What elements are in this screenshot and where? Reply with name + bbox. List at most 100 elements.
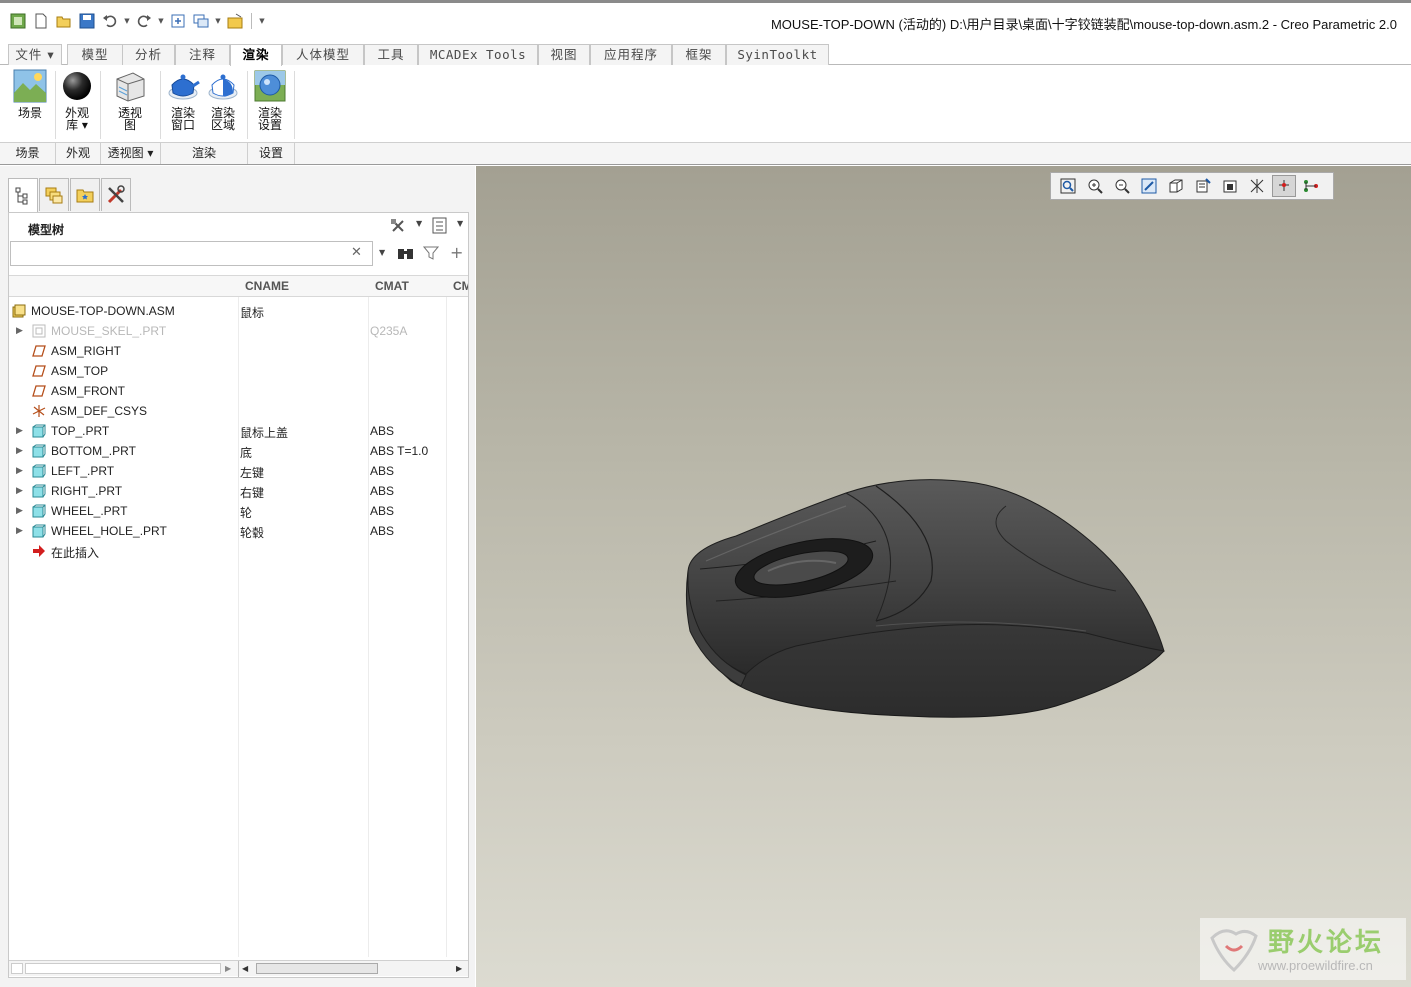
tree-root-row[interactable]: MOUSE-TOP-DOWN.ASM 鼠标	[9, 301, 468, 321]
search-dropdown-icon[interactable]: ▼	[379, 248, 385, 257]
tab-view[interactable]: 视图	[538, 44, 590, 65]
saved-orientations-icon[interactable]	[1164, 175, 1188, 197]
filter-icon[interactable]	[422, 245, 440, 264]
tree-item-left-prt[interactable]: ▶ LEFT_.PRT 左键 ABS	[9, 461, 468, 481]
model-tree-header: 模型树 ▼ ▼	[9, 213, 468, 241]
insert-here-icon	[33, 545, 45, 557]
tree-item-name: ASM_DEF_CSYS	[51, 404, 148, 418]
annotation-display-icon[interactable]	[1299, 175, 1323, 197]
graphics-window[interactable]: 野火论坛 www.proewildfire.cn	[476, 166, 1411, 987]
refit-icon[interactable]	[1056, 175, 1080, 197]
tab-framework[interactable]: 框架	[672, 44, 726, 65]
tree-item-mouse-skel[interactable]: ▶ MOUSE_SKEL_.PRT Q235A	[9, 321, 468, 341]
tree-item-wheel-prt[interactable]: ▶ WHEEL_.PRT 轮 ABS	[9, 501, 468, 521]
tree-item-cname: 轮	[240, 506, 253, 520]
tab-model-tree[interactable]	[8, 178, 38, 212]
render-window-button[interactable]: 渲染窗口	[166, 69, 200, 131]
show-options-icon[interactable]	[432, 217, 448, 238]
group-perspective[interactable]: 透视图 ▾	[101, 143, 161, 164]
zoom-out-icon[interactable]	[1110, 175, 1134, 197]
settings-dropdown-icon[interactable]: ▼	[416, 219, 422, 228]
new-icon[interactable]	[31, 11, 51, 31]
ribbon-separator	[294, 71, 295, 139]
add-column-icon[interactable]: +	[450, 243, 463, 262]
expand-arrow-icon[interactable]: ▶	[16, 325, 23, 336]
regenerate-icon[interactable]	[168, 11, 188, 31]
column-header-cname[interactable]: CNAME	[239, 276, 369, 296]
scroll-thumb[interactable]	[256, 963, 378, 974]
tree-item-asm-front[interactable]: ASM_FRONT	[9, 381, 468, 401]
tab-folder-browser[interactable]	[39, 178, 69, 211]
open-icon[interactable]	[54, 11, 74, 31]
column-header-cmat[interactable]: CMAT	[369, 276, 447, 296]
ribbon-group-bar: 场景 外观 透视图 ▾ 渲染 设置	[0, 142, 1411, 164]
render-window-icon	[168, 74, 200, 100]
tab-tools[interactable]: 工具	[364, 44, 418, 65]
perspective-button[interactable]: 透视图	[113, 69, 147, 131]
close-icon[interactable]	[225, 11, 245, 31]
tree-item-right-prt[interactable]: ▶ RIGHT_.PRT 右键 ABS	[9, 481, 468, 501]
quick-access-toolbar: ▼ ▼ ▼ ▼	[8, 10, 266, 32]
datum-display-icon[interactable]	[1245, 175, 1269, 197]
tab-render[interactable]: 渲染	[230, 44, 282, 66]
undo-icon[interactable]	[100, 11, 120, 31]
scroll-left-button[interactable]	[11, 963, 23, 974]
windows-icon[interactable]	[191, 11, 211, 31]
scroll-right-icon[interactable]: ▶	[225, 964, 231, 973]
display-style-icon[interactable]	[1218, 175, 1242, 197]
expand-arrow-icon[interactable]: ▶	[16, 525, 23, 536]
tree-item-bottom-prt[interactable]: ▶ BOTTOM_.PRT 底 ABS T=1.0	[9, 441, 468, 461]
expand-arrow-icon[interactable]: ▶	[16, 445, 23, 456]
undo-dropdown-icon[interactable]: ▼	[123, 11, 131, 31]
tab-mcadex-tools[interactable]: MCADEx Tools	[418, 44, 538, 65]
group-appearance: 外观	[56, 143, 101, 164]
spin-center-icon[interactable]	[1272, 175, 1296, 197]
settings-icon[interactable]	[389, 217, 407, 238]
mouse-3d-model[interactable]	[676, 471, 1176, 731]
tree-item-asm-def-csys[interactable]: ASM_DEF_CSYS	[9, 401, 468, 421]
tab-favorites[interactable]	[70, 178, 100, 211]
repaint-icon[interactable]	[1137, 175, 1161, 197]
expand-arrow-icon[interactable]: ▶	[16, 425, 23, 436]
clear-search-icon[interactable]: ✕	[351, 245, 362, 260]
tab-syintoolkt[interactable]: SyinToolkt	[726, 44, 829, 65]
view-manager-icon[interactable]	[1191, 175, 1215, 197]
redo-dropdown-icon[interactable]: ▼	[157, 11, 165, 31]
scroll-right-icon[interactable]: ▶	[456, 964, 462, 973]
scroll-left-icon[interactable]: ◀	[242, 964, 248, 973]
tab-annotate[interactable]: 注释	[175, 44, 230, 65]
app-icon[interactable]	[8, 11, 28, 31]
tree-item-asm-top[interactable]: ASM_TOP	[9, 361, 468, 381]
search-input[interactable]	[10, 241, 373, 266]
zoom-in-icon[interactable]	[1083, 175, 1107, 197]
find-icon[interactable]	[397, 245, 415, 264]
render-setup-button[interactable]: 渲染设置	[253, 69, 287, 131]
appearance-gallery-label: 外观库 ▾	[64, 106, 89, 132]
search-row: ✕ ▼ +	[9, 241, 468, 267]
expand-arrow-icon[interactable]: ▶	[16, 505, 23, 516]
tab-tools-navigator[interactable]	[101, 178, 131, 211]
customize-icon[interactable]: ▼	[258, 11, 266, 31]
redo-icon[interactable]	[134, 11, 154, 31]
toolbar-separator	[251, 13, 252, 29]
tab-model[interactable]: 模型	[67, 44, 123, 65]
show-dropdown-icon[interactable]: ▼	[457, 219, 463, 228]
scene-button[interactable]: 场景	[13, 69, 47, 119]
save-icon[interactable]	[77, 11, 97, 31]
tree-item-asm-right[interactable]: ASM_RIGHT	[9, 341, 468, 361]
appearance-gallery-button[interactable]: 外观库 ▾	[60, 69, 94, 131]
windows-dropdown-icon[interactable]: ▼	[214, 11, 222, 31]
tree-item-top-prt[interactable]: ▶ TOP_.PRT 鼠标上盖 ABS	[9, 421, 468, 441]
horizontal-scrollbar[interactable]: ▶ ◀ ▶	[9, 960, 468, 977]
tab-applications[interactable]: 应用程序	[590, 44, 672, 65]
tab-file[interactable]: 文件 ▾	[8, 44, 62, 65]
tree-item-insert-here[interactable]: 在此插入	[9, 541, 468, 561]
tree-item-wheel-hole-prt[interactable]: ▶ WHEEL_HOLE_.PRT 轮毂 ABS	[9, 521, 468, 541]
tab-analysis[interactable]: 分析	[122, 44, 175, 65]
column-header-cm[interactable]: CM	[447, 276, 468, 296]
expand-arrow-icon[interactable]: ▶	[16, 485, 23, 496]
render-region-button[interactable]: 渲染区域	[206, 69, 240, 131]
scroll-track[interactable]	[25, 963, 221, 974]
expand-arrow-icon[interactable]: ▶	[16, 465, 23, 476]
tab-manikin[interactable]: 人体模型	[282, 44, 364, 65]
